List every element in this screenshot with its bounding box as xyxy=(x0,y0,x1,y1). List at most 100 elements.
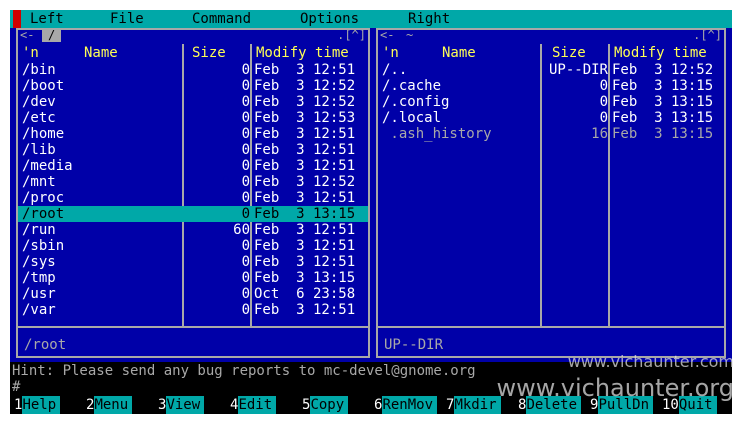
left-panel-path: / xyxy=(42,28,62,42)
file-row[interactable]: .ash_history 16 Feb 3 13:15 xyxy=(378,126,724,142)
file-row[interactable]: /run 60 Feb 3 12:51 xyxy=(18,222,368,238)
fkey-renmov-button[interactable]: 6RenMov xyxy=(374,396,438,414)
file-modify-time: Feb 3 12:51 xyxy=(254,142,356,158)
file-size: 0 xyxy=(241,190,250,206)
file-modify-time: Feb 3 12:51 xyxy=(254,238,356,254)
file-row[interactable]: /.. UP--DIR Feb 3 12:52 xyxy=(378,62,724,78)
file-row[interactable]: /sys 0 Feb 3 12:51 xyxy=(18,254,368,270)
file-modify-time: Feb 3 12:51 xyxy=(254,62,356,78)
col-modify[interactable]: Modify time xyxy=(614,44,707,62)
file-modify-time: Feb 3 12:51 xyxy=(254,126,356,142)
right-panel-history-button[interactable]: .[^] xyxy=(693,28,722,42)
file-size: 0 xyxy=(599,78,608,94)
fkey-copy-button[interactable]: 5Copy xyxy=(302,396,349,414)
fkey-number: 2 xyxy=(86,397,95,413)
menu-left[interactable]: Left xyxy=(30,10,64,28)
file-row[interactable]: /mnt 0 Feb 3 12:52 xyxy=(18,174,368,190)
col-name[interactable]: Name xyxy=(84,44,118,62)
right-panel[interactable]: <- ~ .[^] 'n Name Size Modify time /.. UP… xyxy=(376,28,726,358)
file-row[interactable]: /.local 0 Feb 3 13:15 xyxy=(378,110,724,126)
menu-command[interactable]: Command xyxy=(192,10,251,28)
file-size: 0 xyxy=(241,158,250,174)
file-modify-time: Feb 3 12:51 xyxy=(254,158,356,174)
fkey-number: 6 xyxy=(374,397,383,413)
file-size: 0 xyxy=(599,110,608,126)
col-modify[interactable]: Modify time xyxy=(256,44,349,62)
fkey-menu-button[interactable]: 2Menu xyxy=(86,396,133,414)
shell-prompt: # xyxy=(12,379,21,395)
file-name: /lib xyxy=(22,142,56,158)
col-n[interactable]: 'n xyxy=(382,44,399,62)
file-size: 0 xyxy=(241,94,250,110)
file-size: 0 xyxy=(241,286,250,302)
file-row[interactable]: /bin 0 Feb 3 12:51 xyxy=(18,62,368,78)
file-modify-time: Oct 6 23:58 xyxy=(254,286,356,302)
file-modify-time: Feb 3 12:51 xyxy=(254,190,356,206)
file-row[interactable]: /dev 0 Feb 3 12:52 xyxy=(18,94,368,110)
menu-right[interactable]: Right xyxy=(408,10,450,28)
file-size: 0 xyxy=(241,78,250,94)
watermark: www.vichaunter.org xyxy=(496,374,734,402)
hint-text: Hint: Please send any bug reports to mc-… xyxy=(12,363,476,379)
file-name: /mnt xyxy=(22,174,56,190)
fkey-number: 4 xyxy=(230,397,239,413)
file-row[interactable]: /var 0 Feb 3 12:51 xyxy=(18,302,368,318)
file-row[interactable]: /etc 0 Feb 3 12:53 xyxy=(18,110,368,126)
file-modify-time: Feb 3 12:52 xyxy=(612,62,714,78)
file-name: /home xyxy=(22,126,65,142)
fkey-mkdir-button[interactable]: 7Mkdir xyxy=(446,396,501,414)
file-name: /.cache xyxy=(382,78,442,94)
file-row[interactable]: /root 0 Feb 3 13:15 xyxy=(18,206,368,222)
file-row[interactable]: /.config 0 Feb 3 13:15 xyxy=(378,94,724,110)
fkey-label: Edit xyxy=(238,396,277,414)
file-row[interactable]: /.cache 0 Feb 3 13:15 xyxy=(378,78,724,94)
file-row[interactable]: /home 0 Feb 3 12:51 xyxy=(18,126,368,142)
file-size: 0 xyxy=(241,270,250,286)
col-n[interactable]: 'n xyxy=(22,44,39,62)
file-row[interactable]: /media 0 Feb 3 12:51 xyxy=(18,158,368,174)
fkey-label: RenMov xyxy=(382,396,438,414)
right-panel-header: <- ~ .[^] xyxy=(380,28,722,42)
fkey-number: 7 xyxy=(446,397,455,413)
fkey-label: Mkdir xyxy=(454,396,501,414)
file-name: /proc xyxy=(22,190,65,206)
file-row[interactable]: /boot 0 Feb 3 12:52 xyxy=(18,78,368,94)
file-row[interactable]: /tmp 0 Feb 3 13:15 xyxy=(18,270,368,286)
menu-options[interactable]: Options xyxy=(300,10,359,28)
file-row[interactable]: /usr 0 Oct 6 23:58 xyxy=(18,286,368,302)
file-size: 0 xyxy=(241,206,250,222)
file-size: 0 xyxy=(241,126,250,142)
fkey-view-button[interactable]: 3View xyxy=(158,396,205,414)
col-size[interactable]: Size xyxy=(552,44,586,62)
file-modify-time: Feb 3 12:51 xyxy=(254,302,356,318)
file-name: /tmp xyxy=(22,270,56,286)
col-name[interactable]: Name xyxy=(442,44,476,62)
menu-file[interactable]: File xyxy=(110,10,144,28)
left-panel[interactable]: <- / .[^] 'n Name Size Modify time /bin 0… xyxy=(16,28,370,358)
file-name: /root xyxy=(22,206,65,222)
file-modify-time: Feb 3 13:15 xyxy=(612,78,714,94)
fkey-number: 3 xyxy=(158,397,167,413)
fkey-help-button[interactable]: 1Help xyxy=(14,396,61,414)
fkey-label: Copy xyxy=(310,396,349,414)
file-modify-time: Feb 3 12:53 xyxy=(254,110,356,126)
left-panel-history-button[interactable]: .[^] xyxy=(337,28,366,42)
file-row[interactable]: /lib 0 Feb 3 12:51 xyxy=(18,142,368,158)
fkey-label: Help xyxy=(22,396,61,414)
fkey-label: View xyxy=(166,396,205,414)
file-name: /.config xyxy=(382,94,450,110)
file-modify-time: Feb 3 12:51 xyxy=(254,222,356,238)
file-name: /usr xyxy=(22,286,56,302)
file-row[interactable]: /sbin 0 Feb 3 12:51 xyxy=(18,238,368,254)
fkey-number: 5 xyxy=(302,397,311,413)
file-modify-time: Feb 3 13:15 xyxy=(254,206,356,222)
file-modify-time: Feb 3 13:15 xyxy=(612,126,714,142)
fkey-edit-button[interactable]: 4Edit xyxy=(230,396,277,414)
left-panel-header: <- / .[^] xyxy=(20,28,366,42)
file-modify-time: Feb 3 13:15 xyxy=(612,110,714,126)
right-panel-path: ~ xyxy=(406,28,414,42)
file-size: 0 xyxy=(241,302,250,318)
file-row[interactable]: /proc 0 Feb 3 12:51 xyxy=(18,190,368,206)
col-size[interactable]: Size xyxy=(192,44,226,62)
file-size: 0 xyxy=(599,94,608,110)
